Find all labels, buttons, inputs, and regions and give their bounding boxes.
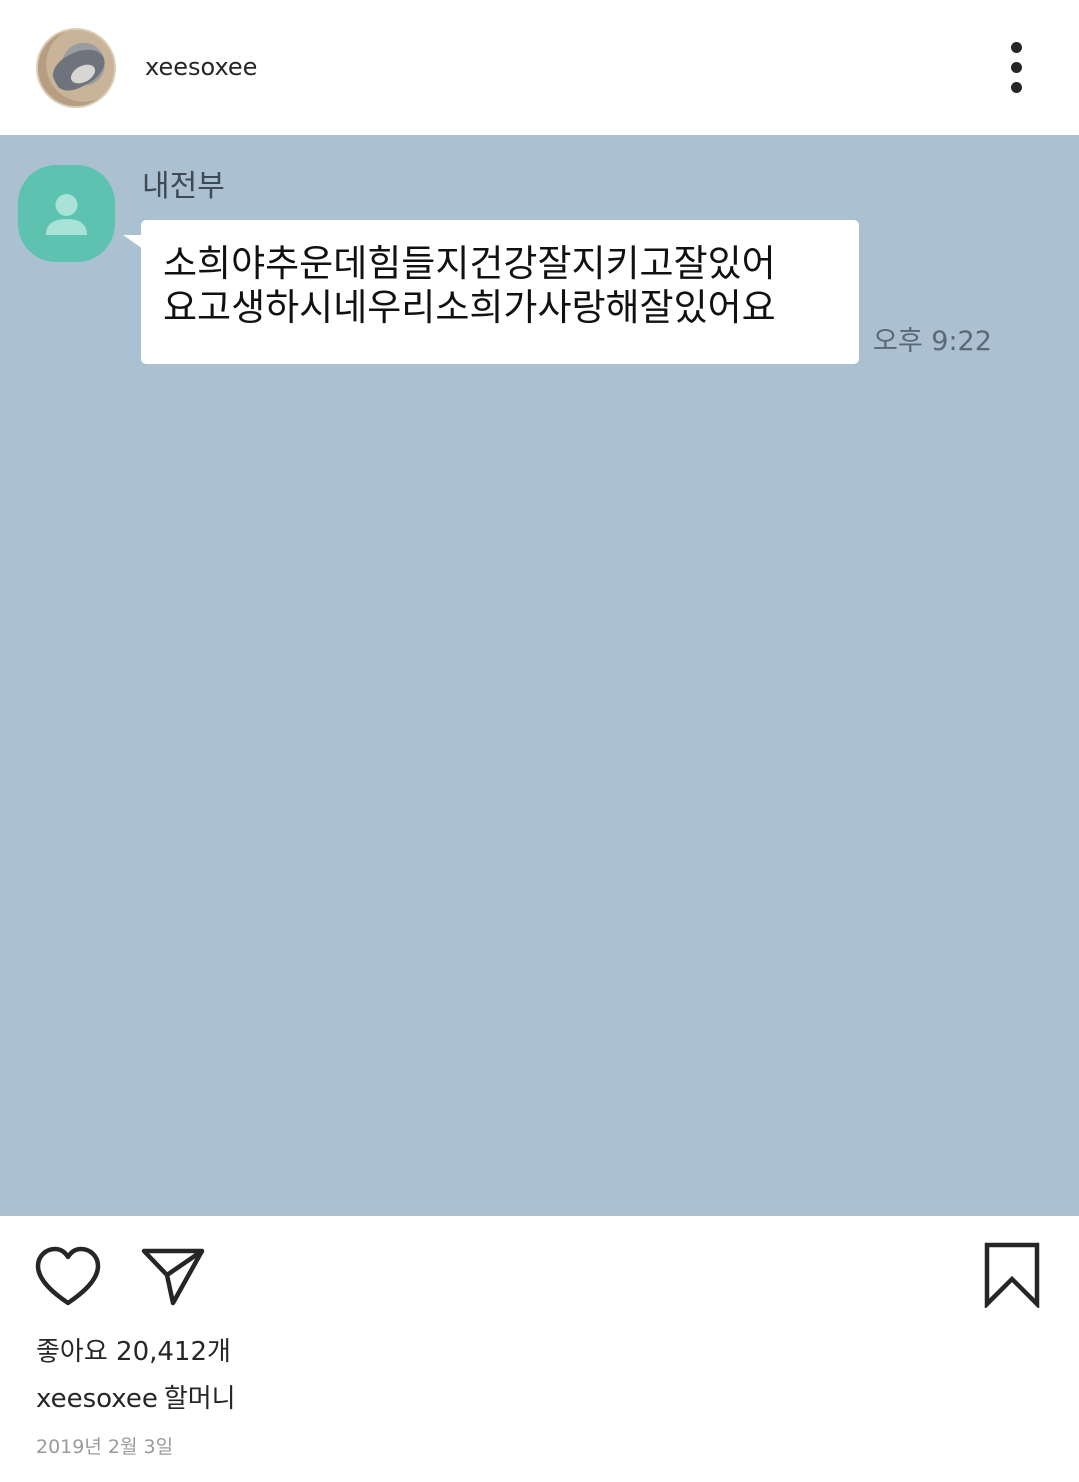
more-options-button[interactable] (1000, 40, 1034, 96)
likes-count[interactable]: 좋아요 20,412개 (36, 1334, 231, 1370)
caption-username[interactable]: xeesoxee (36, 1384, 158, 1414)
bubble-tail (123, 235, 143, 249)
more-dot-icon (1011, 82, 1022, 93)
heart-icon[interactable] (34, 1246, 102, 1308)
more-dot-icon (1011, 62, 1022, 73)
message-line: 소희야추운데힘들지건강잘지키고잘있어 (163, 242, 776, 285)
more-dot-icon (1011, 42, 1022, 53)
person-icon (46, 194, 87, 235)
post-header: xeesoxee (0, 0, 1079, 135)
paper-plane-icon[interactable] (140, 1246, 206, 1308)
post-image[interactable]: 내전부 소희야추운데힘들지건강잘지키고잘있어 요고생하시네우리소희가사랑해잘있어… (0, 135, 1079, 1216)
message-bubble: 소희야추운데힘들지건강잘지키고잘있어 요고생하시네우리소희가사랑해잘있어요 (141, 220, 859, 364)
post-caption: xeesoxee 할머니 (36, 1381, 236, 1417)
sender-profile-picture (18, 165, 115, 262)
action-bar (0, 1216, 1079, 1326)
post-username[interactable]: xeesoxee (145, 50, 257, 84)
post-date: 2019년 2월 3일 (36, 1436, 174, 1458)
sender-name: 내전부 (142, 169, 225, 204)
message-line: 요고생하시네우리소희가사랑해잘있어요 (163, 286, 776, 329)
bookmark-icon[interactable] (982, 1242, 1042, 1310)
caption-text: 할머니 (163, 1384, 236, 1414)
profile-avatar[interactable] (36, 28, 116, 108)
message-time: 오후 9:22 (873, 326, 992, 357)
